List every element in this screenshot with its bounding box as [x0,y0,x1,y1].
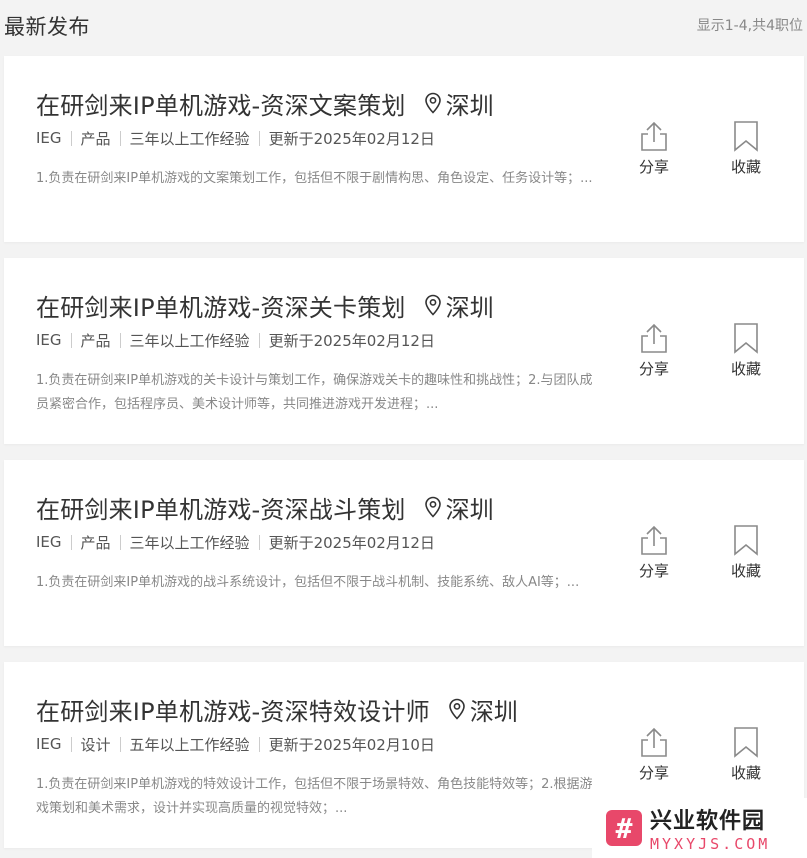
job-title[interactable]: 在研剑来IP单机游戏-资深文案策划 [36,86,406,121]
location-pin-icon [424,92,441,114]
watermark-logo: # 兴业软件园 MYXYJS.COM [592,798,807,858]
share-label: 分享 [638,562,669,580]
job-title-row: 在研剑来IP单机游戏-资深战斗策划 深圳 [36,490,804,524]
job-card[interactable]: 在研剑来IP单机游戏-资深文案策划 深圳 IEG 产品 三年以上工作经验 更新于… [4,56,804,242]
job-updated: 更新于2025年02月12日 [268,533,435,552]
bookmark-icon [734,323,758,354]
list-header: 最新发布 显示1-4,共4职位 [0,0,807,56]
job-experience: 五年以上工作经验 [129,735,250,754]
job-category: 产品 [80,533,111,552]
meta-divider [119,130,121,146]
job-actions: 分享 收藏 [634,322,766,379]
job-title-row: 在研剑来IP单机游戏-资深关卡策划 深圳 [36,288,804,322]
job-description: 1.负责在研剑来IP单机游戏的关卡设计与策划工作，确保游戏关卡的趣味性和挑战性；… [36,373,593,412]
meta-divider [258,736,260,752]
job-card[interactable]: 在研剑来IP单机游戏-资深战斗策划 深圳 IEG 产品 三年以上工作经验 更新于… [4,460,804,646]
share-icon [641,323,667,353]
job-title[interactable]: 在研剑来IP单机游戏-资深关卡策划 [36,288,406,323]
meta-divider [258,534,260,550]
meta-divider [258,332,260,348]
job-list: 在研剑来IP单机游戏-资深文案策划 深圳 IEG 产品 三年以上工作经验 更新于… [0,56,807,848]
meta-divider [258,130,260,146]
share-label: 分享 [638,158,669,176]
meta-divider [70,130,72,146]
job-card[interactable]: 在研剑来IP单机游戏-资深关卡策划 深圳 IEG 产品 三年以上工作经验 更新于… [4,258,804,444]
share-button[interactable]: 分享 [634,120,674,177]
location-pin-icon [449,698,465,720]
share-icon [641,121,667,151]
watermark-name: 兴业软件园 [650,809,766,834]
hash-logo-icon: # [606,810,642,846]
job-actions: 分享 收藏 [634,726,766,783]
location-pin-icon [424,496,441,518]
job-experience: 三年以上工作经验 [129,533,250,552]
job-description: 1.负责在研剑来IP单机游戏的战斗系统设计，包括但不限于战斗机制、技能系统、敌人… [36,575,580,590]
job-actions: 分享 收藏 [634,120,766,177]
watermark-domain: MYXYJS.COM [650,835,771,853]
share-label: 分享 [638,764,669,782]
page-title: 最新发布 [4,15,90,39]
share-label: 分享 [638,360,669,378]
job-title-row: 在研剑来IP单机游戏-资深特效设计师 深圳 [36,692,804,726]
job-location: 深圳 [424,490,494,525]
save-label: 收藏 [730,562,761,580]
job-experience: 三年以上工作经验 [129,129,250,148]
share-icon [641,727,667,757]
save-button[interactable]: 收藏 [726,322,766,379]
job-location: 深圳 [448,692,518,727]
meta-divider [70,534,72,550]
result-count: 显示1-4,共4职位 [696,18,803,34]
meta-divider [70,736,72,752]
share-icon [641,525,667,555]
share-button[interactable]: 分享 [634,322,674,379]
watermark-text: 兴业软件园 MYXYJS.COM [650,803,770,853]
job-location-label: 深圳 [469,697,518,726]
job-title[interactable]: 在研剑来IP单机游戏-资深特效设计师 [36,692,430,727]
job-location-label: 深圳 [445,293,494,322]
save-button[interactable]: 收藏 [726,524,766,581]
job-description: 1.负责在研剑来IP单机游戏的特效设计工作，包括但不限于场景特效、角色技能特效等… [36,777,593,816]
job-category: 产品 [80,331,111,350]
job-experience: 三年以上工作经验 [129,331,250,350]
job-title-row: 在研剑来IP单机游戏-资深文案策划 深圳 [36,86,804,120]
job-updated: 更新于2025年02月12日 [268,129,435,148]
meta-divider [119,736,121,752]
job-category: 产品 [80,129,111,148]
save-label: 收藏 [730,360,761,378]
bookmark-icon [734,121,758,152]
save-button[interactable]: 收藏 [726,726,766,783]
job-bg: IEG [36,533,62,551]
bookmark-icon [734,727,758,758]
job-category: 设计 [80,735,111,754]
job-updated: 更新于2025年02月12日 [268,331,435,350]
job-location: 深圳 [424,86,494,121]
job-bg: IEG [36,331,62,349]
save-label: 收藏 [730,158,761,176]
share-button[interactable]: 分享 [634,524,674,581]
job-location-label: 深圳 [445,495,494,524]
share-button[interactable]: 分享 [634,726,674,783]
job-bg: IEG [36,129,62,147]
meta-divider [70,332,72,348]
job-location-label: 深圳 [445,91,494,120]
meta-divider [119,534,121,550]
job-location: 深圳 [424,288,494,323]
bookmark-icon [734,525,758,556]
job-title[interactable]: 在研剑来IP单机游戏-资深战斗策划 [36,490,406,525]
job-updated: 更新于2025年02月10日 [268,735,435,754]
job-actions: 分享 收藏 [634,524,766,581]
job-bg: IEG [36,735,62,753]
save-button[interactable]: 收藏 [726,120,766,177]
save-label: 收藏 [730,764,761,782]
location-pin-icon [424,294,441,316]
job-description: 1.负责在研剑来IP单机游戏的文案策划工作，包括但不限于剧情构思、角色设定、任务… [36,171,593,186]
meta-divider [119,332,121,348]
